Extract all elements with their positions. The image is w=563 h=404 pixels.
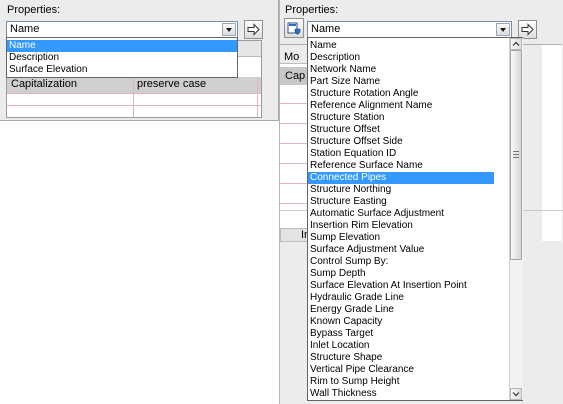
dropdown-option[interactable]: Name	[7, 40, 237, 52]
dropdown-option[interactable]: Sump Elevation	[308, 232, 494, 244]
table-cell: preserve case	[137, 78, 207, 90]
dropdown-option[interactable]: Structure Offset Side	[308, 136, 494, 148]
properties-dropdown-list[interactable]: Name Description Surface Elevation	[6, 37, 238, 78]
left-properties-panel: Properties: Name Capitalization preserve…	[0, 0, 279, 121]
dropdown-option[interactable]: Station Equation ID	[308, 148, 494, 160]
properties-dropdown-list[interactable]: Name Description Network Name Part Size Nam…	[307, 37, 523, 401]
table-cell: Capitalization	[11, 78, 78, 90]
combo-value: Name	[10, 23, 40, 35]
dropdown-option[interactable]: Hydraulic Grade Line	[308, 292, 494, 304]
dropdown-option[interactable]: Structure Shape	[308, 352, 494, 364]
dropdown-option[interactable]: Part Size Name	[308, 76, 494, 88]
peek-button[interactable]: In	[280, 228, 310, 242]
dropdown-option[interactable]: Surface Elevation	[7, 64, 237, 76]
scroll-down-button[interactable]	[510, 388, 522, 400]
dropdown-option[interactable]: Vertical Pipe Clearance	[308, 364, 494, 376]
field-picker-icon	[287, 22, 301, 35]
chevron-down-icon[interactable]	[496, 23, 510, 36]
dropdown-option[interactable]: Description	[7, 52, 237, 64]
dropdown-option[interactable]: Network Name	[308, 64, 494, 76]
dropdown-option[interactable]: Rim to Sump Height	[308, 376, 494, 388]
dropdown-option[interactable]: Description	[308, 52, 494, 64]
dropdown-option[interactable]: Name	[308, 40, 494, 52]
chevron-up-icon	[512, 41, 520, 46]
dropdown-scrollbar[interactable]	[509, 38, 523, 400]
dropdown-option[interactable]: Surface Elevation At Insertion Point	[308, 280, 494, 292]
right-properties-panel: Properties: Name Mo Cap In Name Descript…	[279, 0, 563, 404]
chevron-down-icon[interactable]	[222, 23, 236, 36]
dropdown-option[interactable]: Structure Northing	[308, 184, 494, 196]
dropdown-option[interactable]: Structure Station	[308, 112, 494, 124]
dropdown-option[interactable]: Automatic Surface Adjustment	[308, 208, 494, 220]
properties-label: Properties:	[7, 4, 61, 16]
table-row[interactable]: Capitalization preserve case	[7, 77, 261, 93]
dropdown-option[interactable]: Inlet Location	[308, 340, 494, 352]
insert-arrow-icon	[521, 23, 534, 36]
dropdown-option[interactable]: Energy Grade Line	[308, 304, 494, 316]
table-cell: Cap	[285, 70, 306, 82]
insert-property-button[interactable]	[244, 20, 263, 39]
dropdown-option[interactable]: Bypass Target	[308, 328, 494, 340]
dropdown-option[interactable]: Connected Pipes	[308, 172, 494, 184]
properties-combo[interactable]: Name	[307, 21, 512, 38]
dropdown-option[interactable]: Control Sump By:	[308, 256, 494, 268]
scroll-thumb[interactable]	[510, 50, 522, 260]
column-header: Mo	[284, 51, 300, 63]
scroll-up-button[interactable]	[510, 38, 522, 50]
dropdown-option[interactable]: Wall Thickness	[308, 388, 494, 400]
dropdown-option[interactable]: Reference Surface Name	[308, 160, 494, 172]
dropdown-option[interactable]: Reference Alignment Name	[308, 100, 494, 112]
properties-combo[interactable]: Name	[6, 21, 238, 38]
dropdown-option[interactable]: Structure Easting	[308, 196, 494, 208]
dropdown-option[interactable]: Insertion Rim Elevation	[308, 220, 494, 232]
chevron-down-icon	[512, 392, 520, 397]
dropdown-option[interactable]: Surface Adjustment Value	[308, 244, 494, 256]
insert-arrow-icon	[247, 23, 260, 36]
combo-value: Name	[311, 23, 341, 35]
dropdown-option[interactable]: Structure Rotation Angle	[308, 88, 494, 100]
field-picker-button[interactable]	[284, 18, 304, 38]
dropdown-option[interactable]: Structure Offset	[308, 124, 494, 136]
dropdown-option[interactable]: Known Capacity	[308, 316, 494, 328]
properties-label: Properties:	[285, 4, 339, 16]
dropdown-option[interactable]: Sump Depth	[308, 268, 494, 280]
